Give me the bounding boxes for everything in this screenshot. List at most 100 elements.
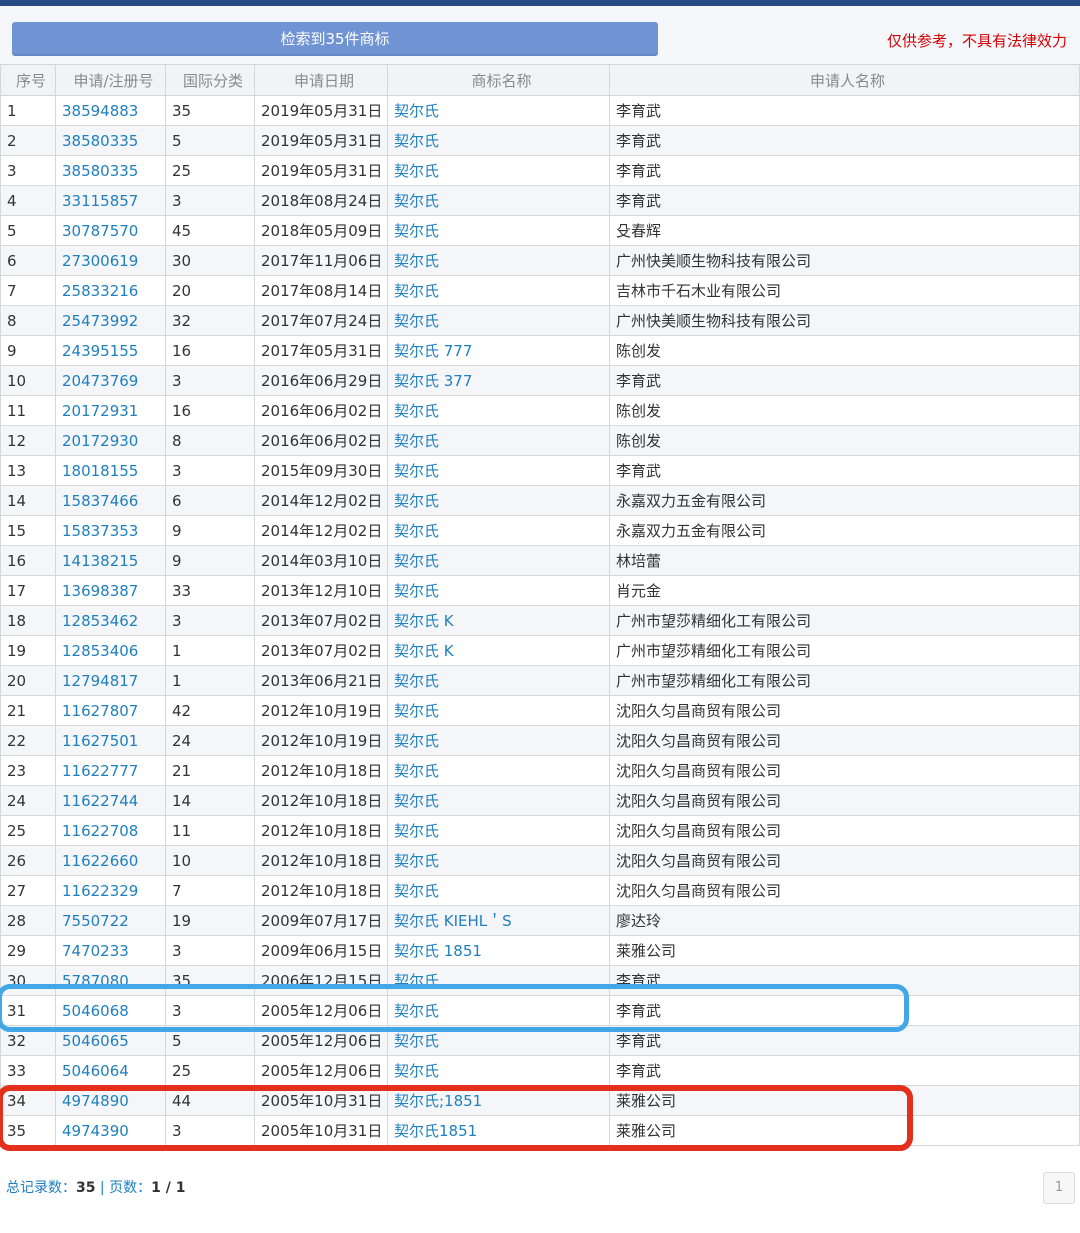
reg-number-link[interactable]: 33115857 (55, 185, 166, 216)
reg-number-link[interactable]: 25473992 (55, 305, 166, 336)
reg-number-link[interactable]: 12853406 (55, 635, 166, 666)
trademark-name-link[interactable]: 契尔氏 (387, 275, 610, 306)
row-index: 14 (0, 485, 56, 516)
reg-number-link[interactable]: 27300619 (55, 245, 166, 276)
applicant-name: 广州市望莎精细化工有限公司 (609, 635, 1080, 666)
disclaimer-text: 仅供参考，不具有法律效力 (886, 32, 1067, 50)
reg-number-link[interactable]: 24395155 (55, 335, 166, 366)
trademark-name-link[interactable]: 契尔氏 (387, 1055, 610, 1086)
col-header-index: 序号 (0, 64, 56, 96)
reg-number-link[interactable]: 5046064 (55, 1055, 166, 1086)
reg-number-link[interactable]: 11627807 (55, 695, 166, 726)
result-count-button[interactable]: 检索到35件商标 (12, 22, 658, 56)
row-index: 9 (0, 335, 56, 366)
applicant-name: 李育武 (609, 455, 1080, 486)
reg-number-link[interactable]: 11622777 (55, 755, 166, 786)
trademark-name-link[interactable]: 契尔氏 777 (387, 335, 610, 366)
trademark-name-link[interactable]: 契尔氏 (387, 845, 610, 876)
intl-class: 25 (165, 155, 255, 186)
trademark-name-link[interactable]: 契尔氏 (387, 785, 610, 816)
trademark-name-link[interactable]: 契尔氏 (387, 305, 610, 336)
reg-number-link[interactable]: 7470233 (55, 935, 166, 966)
table-row: 23 11622777 21 2012年10月18日 契尔氏 沈阳久匀昌商贸有限公司 (0, 755, 1080, 786)
reg-number-link[interactable]: 15837353 (55, 515, 166, 546)
trademark-name-link[interactable]: 契尔氏 (387, 425, 610, 456)
apply-date: 2016年06月02日 (254, 425, 388, 456)
trademark-name-link[interactable]: 契尔氏 (387, 725, 610, 756)
trademark-name-link[interactable]: 契尔氏 (387, 185, 610, 216)
intl-class: 9 (165, 515, 255, 546)
reg-number-link[interactable]: 20473769 (55, 365, 166, 396)
reg-number-link[interactable]: 38594883 (55, 95, 166, 126)
reg-number-link[interactable]: 20172930 (55, 425, 166, 456)
footer-separator: | (95, 1180, 110, 1196)
reg-number-link[interactable]: 7550722 (55, 905, 166, 936)
trademark-name-link[interactable]: 契尔氏 (387, 665, 610, 696)
trademark-name-link[interactable]: 契尔氏 (387, 215, 610, 246)
reg-number-link[interactable]: 38580335 (55, 155, 166, 186)
intl-class: 1 (165, 665, 255, 696)
table-row: 15 15837353 9 2014年12月02日 契尔氏 永嘉双力五金有限公司 (0, 515, 1080, 546)
trademark-name-link[interactable]: 契尔氏 (387, 755, 610, 786)
apply-date: 2016年06月29日 (254, 365, 388, 396)
trademark-name-link[interactable]: 契尔氏 (387, 575, 610, 606)
apply-date: 2015年09月30日 (254, 455, 388, 486)
applicant-name: 广州快美顺生物科技有限公司 (609, 305, 1080, 336)
reg-number-link[interactable]: 12794817 (55, 665, 166, 696)
trademark-name-link[interactable]: 契尔氏 (387, 485, 610, 516)
trademark-name-link[interactable]: 契尔氏 (387, 875, 610, 906)
intl-class: 14 (165, 785, 255, 816)
apply-date: 2009年07月17日 (254, 905, 388, 936)
trademark-name-link[interactable]: 契尔氏 1851 (387, 935, 610, 966)
trademark-name-link[interactable]: 契尔氏 (387, 155, 610, 186)
trademark-name-link[interactable]: 契尔氏 377 (387, 365, 610, 396)
row-index: 29 (0, 935, 56, 966)
trademark-name-link[interactable]: 契尔氏 (387, 245, 610, 276)
trademark-name-link[interactable]: 契尔氏 K (387, 635, 610, 666)
trademark-name-link[interactable]: 契尔氏 (387, 95, 610, 126)
reg-number-link[interactable]: 30787570 (55, 215, 166, 246)
table-row: 29 7470233 3 2009年06月15日 契尔氏 1851 莱雅公司 (0, 935, 1080, 966)
row-index: 28 (0, 905, 56, 936)
trademark-name-link[interactable]: 契尔氏 (387, 515, 610, 546)
reg-number-link[interactable]: 13698387 (55, 575, 166, 606)
table-row: 13 18018155 3 2015年09月30日 契尔氏 李育武 (0, 455, 1080, 486)
trademark-name-link[interactable]: 契尔氏 (387, 455, 610, 486)
reg-number-link[interactable]: 18018155 (55, 455, 166, 486)
reg-number-link[interactable]: 38580335 (55, 125, 166, 156)
trademark-name-link[interactable]: 契尔氏 KIEHL＇S (387, 905, 610, 936)
applicant-name: 陈创发 (609, 335, 1080, 366)
apply-date: 2013年12月10日 (254, 575, 388, 606)
trademark-name-link[interactable]: 契尔氏 (387, 815, 610, 846)
col-header-reg-number: 申请/注册号 (55, 64, 166, 96)
trademark-name-link[interactable]: 契尔氏 (387, 545, 610, 576)
reg-number-link[interactable]: 20172931 (55, 395, 166, 426)
trademark-name-link[interactable]: 契尔氏 (387, 695, 610, 726)
applicant-name: 殳春辉 (609, 215, 1080, 246)
trademark-name-link[interactable]: 契尔氏 (387, 125, 610, 156)
reg-number-link[interactable]: 11622744 (55, 785, 166, 816)
applicant-name: 永嘉双力五金有限公司 (609, 485, 1080, 516)
apply-date: 2012年10月18日 (254, 845, 388, 876)
reg-number-link[interactable]: 15837466 (55, 485, 166, 516)
page-1-button[interactable]: 1 (1043, 1172, 1075, 1204)
apply-date: 2019年05月31日 (254, 155, 388, 186)
reg-number-link[interactable]: 11622708 (55, 815, 166, 846)
trademark-name-link[interactable]: 契尔氏 (387, 395, 610, 426)
reg-number-link[interactable]: 12853462 (55, 605, 166, 636)
reg-number-link[interactable]: 11622660 (55, 845, 166, 876)
table-row: 33 5046064 25 2005年12月06日 契尔氏 李育武 (0, 1055, 1080, 1086)
reg-number-link[interactable]: 25833216 (55, 275, 166, 306)
table-row: 5 30787570 45 2018年05月09日 契尔氏 殳春辉 (0, 215, 1080, 246)
reg-number-link[interactable]: 14138215 (55, 545, 166, 576)
reg-number-link[interactable]: 11622329 (55, 875, 166, 906)
apply-date: 2012年10月18日 (254, 875, 388, 906)
trademark-name-link[interactable]: 契尔氏 K (387, 605, 610, 636)
applicant-name: 李育武 (609, 185, 1080, 216)
apply-date: 2005年12月06日 (254, 1055, 388, 1086)
row-index: 12 (0, 425, 56, 456)
reg-number-link[interactable]: 11627501 (55, 725, 166, 756)
table-row: 27 11622329 7 2012年10月18日 契尔氏 沈阳久匀昌商贸有限公司 (0, 875, 1080, 906)
row-index: 13 (0, 455, 56, 486)
table-row: 11 20172931 16 2016年06月02日 契尔氏 陈创发 (0, 395, 1080, 426)
